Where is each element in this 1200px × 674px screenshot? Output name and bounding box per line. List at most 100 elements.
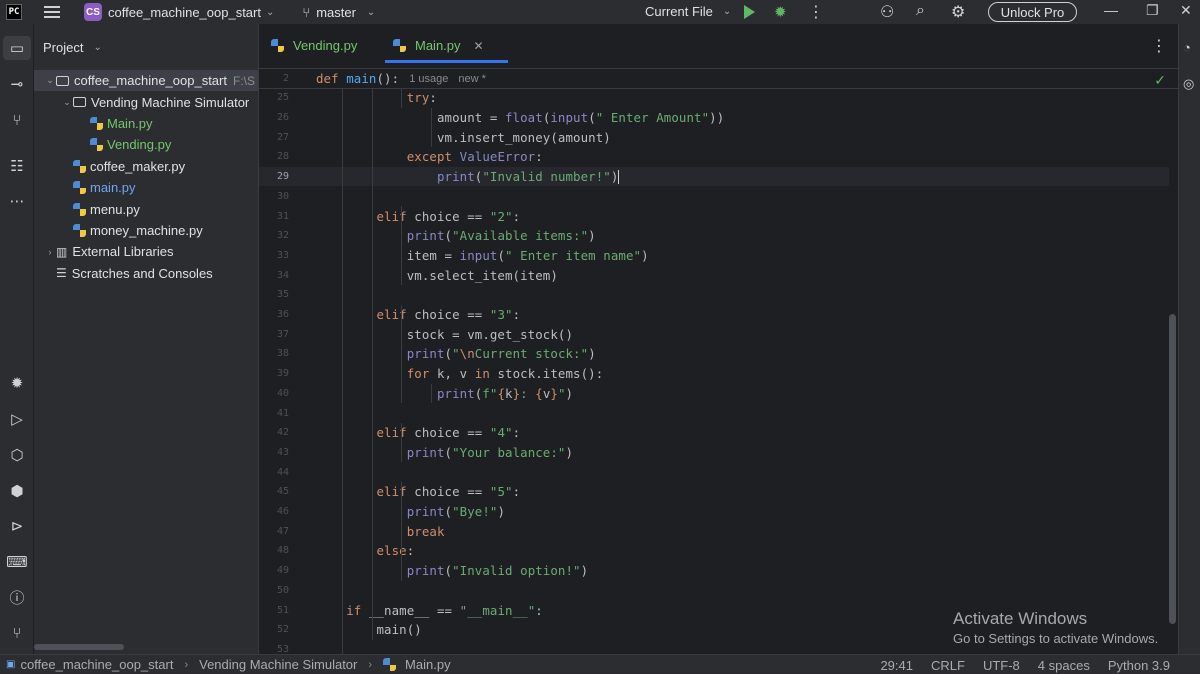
text-caret (618, 170, 620, 185)
chevron-down-icon[interactable]: ⌄ (44, 75, 56, 86)
code-line[interactable]: 37 stock = vm.get_stock() (259, 324, 1169, 344)
line-number: 33 (276, 249, 289, 261)
structure-icon[interactable]: ☷ (0, 154, 34, 178)
problems-icon[interactable]: ⓘ (0, 585, 34, 609)
code-line[interactable]: 36 elif choice == "3": (259, 305, 1169, 325)
more-actions-icon[interactable]: ⋮ (808, 2, 824, 22)
code-text: print("Invalid option!") (406, 563, 589, 579)
commit-icon[interactable]: ⊸ (0, 72, 34, 96)
add-user-icon[interactable]: ⚇ (880, 2, 894, 22)
debug-icon[interactable]: ✹ (774, 3, 787, 21)
code-line[interactable]: 29 print("Invalid number!") (259, 166, 1169, 187)
run-icon[interactable] (744, 5, 755, 19)
tree-item[interactable]: ⌄ coffee_machine_oop_start F:\S (34, 70, 258, 92)
pull-requests-icon[interactable]: ⑂ (0, 108, 34, 132)
python-packages-icon[interactable]: ⬡ (0, 443, 34, 467)
tree-item[interactable]: coffee_maker.py (34, 156, 258, 177)
breadcrumb-item[interactable]: Main.py (405, 657, 451, 672)
tab-main-py[interactable]: Main.py ✕ (385, 38, 508, 63)
breadcrumb-item[interactable]: coffee_machine_oop_start (20, 657, 173, 672)
code-line[interactable]: 40 print(f"{k}: {v}") (259, 384, 1169, 404)
chevron-down-icon[interactable]: ⌄ (266, 7, 274, 18)
breadcrumb-item[interactable]: Vending Machine Simulator (199, 657, 357, 672)
code-line[interactable]: 33 item = input(" Enter item name") (259, 246, 1169, 266)
run-tool-icon[interactable]: ▷ (0, 407, 34, 431)
code-line[interactable]: 26 amount = float(input(" Enter Amount")… (259, 108, 1169, 128)
services-icon[interactable]: ⬢ (0, 479, 34, 503)
code-line[interactable]: 27 vm.insert_money(amount) (259, 127, 1169, 147)
tree-item[interactable]: Vending.py (34, 134, 258, 155)
code-line[interactable]: 43 print("Your balance:") (259, 443, 1169, 463)
close-tab-icon[interactable]: ✕ (474, 39, 484, 53)
vertical-scrollbar[interactable] (1169, 314, 1176, 624)
no-problems-check-icon[interactable]: ✓ (1154, 72, 1166, 89)
more-tools-icon[interactable]: ⋯ (0, 189, 34, 213)
usage-hint[interactable]: 1 usage (409, 73, 448, 85)
code-line[interactable]: 47 break (259, 521, 1169, 541)
tree-item[interactable]: menu.py (34, 198, 258, 219)
run-configuration-selector[interactable]: Current File ⌄ (645, 4, 731, 19)
code-line[interactable]: 48 else: (259, 541, 1169, 561)
code-line[interactable]: 34 vm.select_item(item) (259, 265, 1169, 285)
sticky-scope-header[interactable]: 2 def main(): 1 usage new * (259, 69, 1179, 89)
tab-label: Main.py (415, 38, 461, 53)
horizontal-scrollbar[interactable] (34, 644, 124, 650)
python-console-icon[interactable]: ⊳ (0, 514, 34, 538)
tree-item[interactable]: ☰ Scratches and Consoles (34, 263, 258, 284)
code-line[interactable]: 46 print("Bye!") (259, 502, 1169, 522)
project-panel-header[interactable]: Project ⌄ (43, 40, 102, 55)
tree-item[interactable]: main.py (34, 177, 258, 198)
minimize-icon[interactable]: — (1104, 2, 1118, 18)
code-line[interactable]: 50 (259, 581, 1169, 601)
code-line[interactable]: 42 elif choice == "4": (259, 423, 1169, 443)
code-line[interactable]: 32 print("Available items:") (259, 226, 1169, 246)
chevron-right-icon[interactable]: › (44, 247, 56, 257)
code-text: for k, v in stock.items(): (406, 366, 604, 382)
code-area[interactable]: 25 try: 26 amount = float(input(" Enter A… (259, 88, 1169, 660)
tree-item[interactable]: Main.py (34, 113, 258, 134)
chevron-down-icon[interactable]: ⌄ (61, 97, 73, 108)
main-menu-icon[interactable] (44, 6, 60, 18)
activate-windows-watermark: Activate Windows Go to Settings to activ… (953, 609, 1158, 646)
tree-item[interactable]: money_machine.py (34, 220, 258, 241)
terminal-icon[interactable]: ⌨ (0, 550, 34, 574)
code-line[interactable]: 28 except ValueError: (259, 147, 1169, 167)
code-line[interactable]: 44 (259, 462, 1169, 482)
code-line[interactable]: 49 print("Invalid option!") (259, 561, 1169, 581)
code-line[interactable]: 38 print("\nCurrent stock:") (259, 344, 1169, 364)
project-badge[interactable]: CS (84, 3, 102, 21)
line-separator[interactable]: CRLF (931, 658, 965, 673)
tabs-menu-icon[interactable]: ⋮ (1151, 36, 1167, 56)
tree-item[interactable]: › ▥ External Libraries (34, 241, 258, 262)
code-line[interactable]: 25 try: (259, 88, 1169, 108)
file-encoding[interactable]: UTF-8 (983, 658, 1020, 673)
code-line[interactable]: 39 for k, v in stock.items(): (259, 364, 1169, 384)
close-icon[interactable]: ✕ (1180, 2, 1192, 19)
restore-icon[interactable]: ❐ (1146, 2, 1159, 19)
version-control-icon[interactable]: ⑂ (0, 621, 34, 645)
notifications-icon[interactable]: ◔ (1183, 40, 1191, 55)
caret-position[interactable]: 29:41 (880, 658, 913, 673)
code-line[interactable]: 31 elif choice == "2": (259, 206, 1169, 226)
indent-guide (401, 206, 403, 285)
tree-item[interactable]: ⌄ Vending Machine Simulator (34, 91, 258, 112)
python-interpreter[interactable]: Python 3.9 (1108, 658, 1170, 673)
indent-setting[interactable]: 4 spaces (1038, 658, 1090, 673)
code-text: print("\nCurrent stock:") (406, 346, 596, 362)
code-line[interactable]: 35 (259, 285, 1169, 305)
search-icon[interactable]: ⌕ (916, 2, 925, 20)
unlock-pro-button[interactable]: Unlock Pro (988, 2, 1077, 22)
branch-selector[interactable]: ⑂ master ⌄ (302, 5, 375, 20)
tab-vending-py[interactable]: Vending.py (271, 38, 357, 53)
code-line[interactable]: 41 (259, 403, 1169, 423)
project-tool-icon[interactable]: ▭ (3, 36, 31, 60)
debug-tool-icon[interactable]: ✹ (0, 371, 34, 395)
code-line[interactable]: 45 elif choice == "5": (259, 482, 1169, 502)
project-name[interactable]: coffee_machine_oop_start (108, 5, 261, 20)
ai-assistant-icon[interactable]: ◎ (1183, 76, 1194, 92)
tree-item-label: Vending.py (107, 137, 172, 153)
gear-icon[interactable]: ⚙ (951, 2, 965, 22)
code-line[interactable]: 30 (259, 187, 1169, 207)
author-hint[interactable]: new * (458, 73, 486, 85)
tree-item-label: coffee_maker.py (90, 158, 186, 174)
